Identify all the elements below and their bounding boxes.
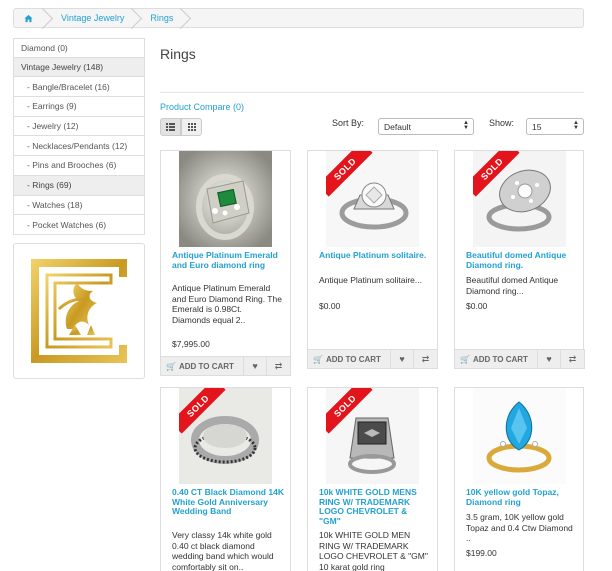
- product-description: Antique Platinum solitaire...: [319, 275, 422, 285]
- product-image[interactable]: SOLD: [179, 388, 272, 484]
- heart-icon: ♥: [399, 354, 405, 364]
- product-description: Very classy 14k white gold 0.40 ct black…: [172, 530, 274, 571]
- sort-by-label: Sort By:: [332, 118, 365, 128]
- breadcrumb-rings[interactable]: Rings: [138, 9, 187, 27]
- product-description: 10k WHITE GOLD MEN RING W/ TRADEMARK LOG…: [319, 530, 428, 571]
- add-to-cart-button[interactable]: 🛒 ADD TO CART: [308, 350, 391, 368]
- sidebar-item-watches[interactable]: - Watches (18): [13, 195, 145, 216]
- product-image[interactable]: SOLD: [326, 388, 419, 484]
- wishlist-button[interactable]: ♥: [244, 357, 267, 375]
- breadcrumb-vintage-jewelry[interactable]: Vintage Jewelry: [49, 9, 138, 27]
- product-name-link[interactable]: Antique Platinum solitaire.: [319, 250, 431, 261]
- add-to-cart-label: ADD TO CART: [325, 354, 381, 364]
- sidebar-item-necklaces-pendants[interactable]: - Necklaces/Pendants (12): [13, 136, 145, 157]
- compare-button[interactable]: ⇄: [267, 357, 290, 375]
- product-card: SOLD Antique Platinum solitaire. Antique…: [307, 150, 438, 369]
- cart-icon: 🛒: [166, 361, 176, 371]
- breadcrumb: Vintage Jewelry Rings: [13, 8, 584, 28]
- list-icon: [166, 123, 175, 131]
- product-image[interactable]: SOLD: [473, 151, 566, 247]
- griffin-logo: [31, 259, 127, 363]
- list-view-button[interactable]: [160, 118, 181, 136]
- divider: [160, 92, 584, 93]
- grid-view-button[interactable]: [181, 118, 202, 136]
- cart-icon: 🛒: [313, 354, 323, 364]
- product-name-link[interactable]: 10K yellow gold Topaz, Diamond ring: [466, 487, 578, 507]
- product-actions: 🛒 ADD TO CART ♥ ⇄: [307, 349, 438, 369]
- product-name-link[interactable]: 10k WHITE GOLD MENS RING W/ TRADEMARK LO…: [319, 487, 431, 526]
- product-description: Beautiful domed Antique Diamond ring...: [466, 275, 559, 296]
- product-description: 3.5 gram, 10K yellow gold Topaz and 0.4 …: [466, 512, 573, 543]
- product-card: SOLD 10k WHITE GOLD MENS RING W/ TRADEMA…: [307, 387, 438, 571]
- product-card: 10K yellow gold Topaz, Diamond ring 3.5 …: [454, 387, 584, 571]
- page-title: Rings: [160, 46, 196, 62]
- sidebar-item-pocket-watches[interactable]: - Pocket Watches (6): [13, 215, 145, 235]
- wishlist-button[interactable]: ♥: [538, 350, 561, 368]
- product-actions: 🛒 ADD TO CART ♥ ⇄: [454, 349, 585, 369]
- sidebar-item-vintage-jewelry[interactable]: Vintage Jewelry (148): [13, 57, 145, 78]
- select-arrows-icon: ▲ ▼: [463, 120, 469, 131]
- product-image[interactable]: [179, 151, 272, 247]
- add-to-cart-label: ADD TO CART: [178, 361, 234, 371]
- breadcrumb-home[interactable]: [14, 9, 49, 27]
- sort-select[interactable]: Default ▲ ▼: [378, 118, 474, 135]
- heart-icon: ♥: [546, 354, 552, 364]
- product-price: $0.00: [319, 301, 341, 311]
- heart-icon: ♥: [252, 361, 258, 371]
- sidebar-item-diamond[interactable]: Diamond (0): [13, 38, 145, 58]
- add-to-cart-button[interactable]: 🛒 ADD TO CART: [161, 357, 244, 375]
- product-description: Antique Platinum Emerald and Euro Diamon…: [172, 283, 282, 325]
- product-price: $0.00: [466, 301, 488, 311]
- grid-icon: [187, 123, 196, 131]
- show-select-value: 15: [532, 121, 542, 132]
- product-price: $199.00: [466, 548, 497, 558]
- product-card: SOLD 0.40 CT Black Diamond 14K White Gol…: [160, 387, 291, 571]
- product-card: Antique Platinum Emerald and Euro diamon…: [160, 150, 291, 376]
- sidebar-item-earrings[interactable]: - Earrings (9): [13, 97, 145, 117]
- show-select[interactable]: 15 ▲ ▼: [526, 118, 584, 135]
- product-card: SOLD Beautiful domed Antique Diamond rin…: [454, 150, 585, 369]
- product-actions: 🛒 ADD TO CART ♥ ⇄: [160, 356, 291, 376]
- sort-select-value: Default: [384, 121, 411, 132]
- add-to-cart-button[interactable]: 🛒 ADD TO CART: [455, 350, 538, 368]
- add-to-cart-label: ADD TO CART: [472, 354, 528, 364]
- product-name-link[interactable]: Antique Platinum Emerald and Euro diamon…: [172, 250, 284, 270]
- product-name-link[interactable]: 0.40 CT Black Diamond 14K White Gold Ann…: [172, 487, 284, 517]
- wishlist-button[interactable]: ♥: [391, 350, 414, 368]
- store-logo-banner[interactable]: [13, 243, 145, 379]
- compare-button[interactable]: ⇄: [561, 350, 584, 368]
- product-name-link[interactable]: Beautiful domed Antique Diamond ring.: [466, 250, 578, 270]
- compare-icon: ⇄: [421, 353, 430, 364]
- sidebar-item-jewelry[interactable]: - Jewelry (12): [13, 116, 145, 137]
- cart-icon: 🛒: [460, 354, 470, 364]
- product-image[interactable]: SOLD: [326, 151, 419, 247]
- product-compare-link[interactable]: Product Compare (0): [160, 102, 244, 112]
- product-image[interactable]: [473, 388, 566, 484]
- compare-icon: ⇄: [568, 353, 577, 364]
- show-label: Show:: [489, 118, 515, 128]
- product-price: $7,995.00: [172, 339, 210, 349]
- category-sidebar: Diamond (0) Vintage Jewelry (148) - Bang…: [13, 38, 145, 235]
- sidebar-item-rings[interactable]: - Rings (69): [13, 175, 145, 196]
- sidebar-item-bangle-bracelet[interactable]: - Bangle/Bracelet (16): [13, 77, 145, 98]
- sidebar-item-pins-brooches[interactable]: - Pins and Brooches (6): [13, 156, 145, 176]
- select-arrows-icon: ▲ ▼: [573, 120, 579, 131]
- compare-button[interactable]: ⇄: [414, 350, 437, 368]
- home-icon: [24, 14, 33, 22]
- compare-icon: ⇄: [274, 360, 283, 371]
